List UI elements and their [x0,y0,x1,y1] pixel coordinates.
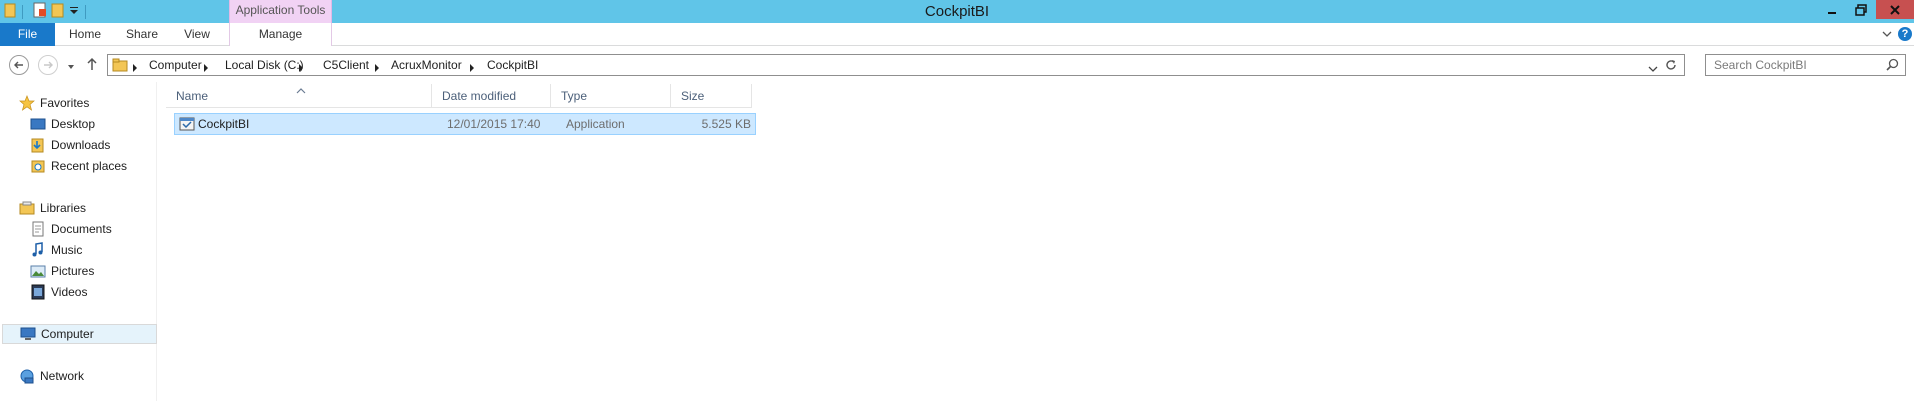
recent-places-icon [30,158,46,174]
address-bar[interactable]: Computer Local Disk (C:) C5Client AcruxM… [107,54,1685,76]
chevron-down-icon [68,65,74,69]
up-button[interactable] [86,57,98,74]
breadcrumb-c5client[interactable]: C5Client [323,55,369,75]
up-arrow-icon [87,57,97,70]
breadcrumb-separator-icon[interactable] [298,61,304,75]
refresh-button[interactable] [1664,58,1678,75]
application-icon [179,116,195,135]
sort-ascending-icon [296,84,306,98]
pictures-icon [30,263,46,279]
ribbon-tabs: File Home Share View Manage ? [0,23,1914,46]
back-arrow-icon [14,61,23,69]
tab-share[interactable]: Share [124,23,160,46]
search-input[interactable] [1706,55,1881,75]
nav-computer-label: Computer [41,327,94,341]
help-icon[interactable]: ? [1898,27,1912,41]
network-icon [19,368,35,384]
breadcrumb-cockpitbi[interactable]: CockpitBI [487,55,538,75]
nav-documents[interactable]: Documents [30,220,150,238]
documents-icon [30,221,46,237]
minimize-button[interactable] [1818,0,1846,19]
close-icon [1890,4,1900,15]
file-name[interactable]: CockpitBI [198,114,249,134]
file-date-modified: 12/01/2015 17:40 [447,117,541,131]
window-title: CockpitBI [924,3,990,20]
folder-icon [112,58,128,75]
refresh-icon [1666,60,1676,70]
star-icon [19,95,35,111]
nav-downloads[interactable]: Downloads [30,136,150,154]
title-bar: Application Tools CockpitBI [0,0,1914,23]
restore-icon [1855,3,1867,16]
breadcrumb-separator-icon[interactable] [132,61,138,75]
computer-icon [20,326,36,342]
restore-button[interactable] [1847,0,1875,19]
nav-videos[interactable]: Videos [30,283,150,301]
address-history-dropdown[interactable] [1648,62,1658,76]
nav-pictures-label: Pictures [51,264,95,278]
music-icon [30,242,46,258]
nav-desktop[interactable]: Desktop [30,115,150,133]
nav-computer[interactable]: Computer [2,324,157,344]
nav-downloads-label: Downloads [51,138,111,152]
nav-libraries-label: Libraries [40,201,87,215]
tab-file[interactable]: File [0,23,55,46]
nav-music[interactable]: Music [30,241,150,259]
expand-ribbon-icon[interactable] [1882,28,1892,42]
column-headers: Name Date modified Type Size [166,84,752,108]
nav-network[interactable]: Network [19,367,149,385]
tab-view[interactable]: View [181,23,213,46]
column-header-type[interactable]: Type [551,84,671,108]
nav-favorites-label: Favorites [40,96,90,110]
file-type: Application [566,117,625,131]
nav-network-label: Network [40,369,85,383]
nav-videos-label: Videos [51,285,88,299]
nav-desktop-label: Desktop [51,117,96,131]
back-button[interactable] [9,55,29,75]
nav-libraries[interactable]: Libraries [19,199,149,217]
breadcrumb-separator-icon[interactable] [374,61,380,75]
tab-manage[interactable]: Manage [229,23,332,46]
chevron-down-icon [1648,66,1658,72]
forward-arrow-icon [44,61,53,69]
search-icon[interactable] [1886,58,1899,74]
minimize-icon [1828,11,1836,14]
nav-music-label: Music [51,243,83,257]
videos-icon [30,284,46,300]
search-box[interactable] [1705,54,1906,76]
column-header-date-modified[interactable]: Date modified [432,84,551,108]
nav-recent-places-label: Recent places [51,159,128,173]
nav-recent-places[interactable]: Recent places [30,157,150,175]
desktop-icon [30,116,46,132]
tab-home[interactable]: Home [67,23,103,46]
navigation-pane: Favorites Desktop Downloads Recent place… [0,82,157,401]
file-size: 5.525 KB [701,117,751,131]
breadcrumb-acruxmonitor[interactable]: AcruxMonitor [391,55,462,75]
navigation-bar: Computer Local Disk (C:) C5Client AcruxM… [0,46,1914,82]
breadcrumb-computer[interactable]: Computer [149,55,202,75]
recent-locations-dropdown[interactable] [67,60,75,74]
column-header-size[interactable]: Size [671,84,752,108]
forward-button[interactable] [38,55,58,75]
downloads-icon [30,137,46,153]
nav-pictures[interactable]: Pictures [30,262,150,280]
breadcrumb-local-disk[interactable]: Local Disk (C:) [225,55,304,75]
breadcrumb-separator-icon[interactable] [469,61,475,75]
libraries-icon [19,200,35,216]
nav-documents-label: Documents [51,222,112,236]
close-button[interactable] [1876,0,1914,19]
breadcrumb-separator-icon[interactable] [203,61,209,75]
file-list: Name Date modified Type Size CockpitBI 1… [166,82,1914,401]
nav-favorites[interactable]: Favorites [19,94,149,112]
table-row[interactable]: CockpitBI 12/01/2015 17:40 Application 5… [174,113,756,135]
